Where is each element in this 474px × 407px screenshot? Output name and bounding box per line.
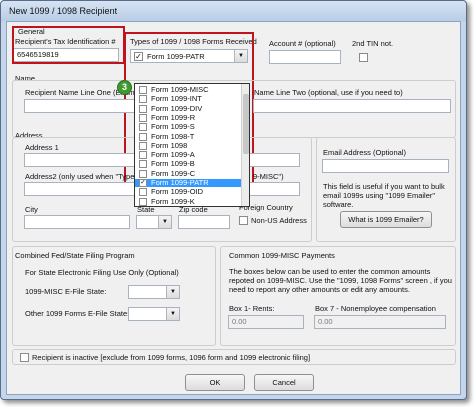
misc-payments-info: The boxes below can be used to enter the… [229, 267, 452, 294]
form-type-checkbox[interactable] [139, 104, 147, 113]
name-line-two-label: Name Line Two (optional, use if you need… [254, 88, 403, 97]
form-type-option[interactable]: Form 1099-A [135, 150, 243, 160]
form-type-option[interactable]: Form 1099-MISC [135, 86, 243, 94]
form-type-option[interactable]: Form 1099-K [135, 196, 243, 206]
scrollbar-thumb[interactable] [243, 94, 249, 154]
email-label: Email Address (Optional) [323, 148, 406, 157]
form-type-option[interactable]: Form 1099-INT [135, 94, 243, 104]
form-type-option[interactable]: Form 1099-B [135, 159, 243, 169]
form-type-label: Form 1098 [151, 140, 188, 150]
email-input[interactable] [322, 159, 449, 173]
emailer-info-button[interactable]: What is 1099 Emailer? [340, 211, 432, 228]
inactive-checkbox[interactable] [20, 353, 29, 362]
form-type-label: Form 1098-T [151, 131, 195, 141]
form-type-label: Form 1099-INT [151, 94, 202, 104]
form-type-checkbox[interactable] [139, 160, 147, 169]
form-type-checkbox[interactable] [139, 113, 147, 122]
form-type-label: Form 1099-MISC [151, 85, 209, 94]
city-label: City [25, 205, 38, 214]
form-type-checkbox[interactable]: ✓ [139, 179, 147, 187]
form-type-checkbox[interactable] [139, 123, 147, 132]
form-type-label: Form 1099-DIV [151, 103, 203, 113]
form-type-label: Form 1099-S [151, 122, 195, 132]
account-input[interactable] [269, 50, 341, 64]
form-type-option[interactable]: Form 1099-S [135, 122, 243, 132]
non-us-address-label: Non-US Address [251, 216, 307, 225]
non-us-address-checkbox[interactable] [239, 216, 248, 225]
misc-efile-state-select[interactable]: ▼ [128, 285, 180, 299]
form-type-checkbox[interactable] [139, 95, 147, 104]
email-info-text: This field is useful if you want to bulk… [323, 182, 445, 209]
zip-input[interactable] [178, 215, 230, 229]
form-type-checkbox[interactable] [139, 188, 147, 197]
annotation-box-tin [12, 26, 125, 64]
form-type-option[interactable]: Form 1099-C [135, 168, 243, 178]
other-efile-state-select[interactable]: ▼ [128, 307, 180, 321]
form-type-checkbox[interactable] [139, 86, 147, 94]
state-filing-title: Combined Fed/State Filing Program [15, 251, 135, 260]
form-type-checkbox[interactable] [139, 197, 147, 206]
box1-rents-input[interactable]: 0.00 [228, 315, 304, 329]
form-type-option[interactable]: ✓ Form 1099-PATR [135, 178, 243, 188]
name-line-two-input[interactable] [253, 99, 451, 113]
state-filing-subtitle: For State Electronic Filing Use Only (Op… [25, 268, 179, 277]
ok-button[interactable]: OK [185, 374, 245, 391]
form-type-label: Form 1099-B [151, 159, 195, 169]
form-type-option[interactable]: Form 1098-T [135, 131, 243, 141]
form-type-checkbox[interactable] [139, 151, 147, 160]
city-input[interactable] [24, 215, 130, 229]
dialog-window: New 1099 / 1098 Recipient General Recipi… [0, 0, 467, 400]
step-number-badge: 3 [117, 80, 132, 95]
form-type-label: Form 1099-K [151, 196, 195, 206]
other-efile-state-label: Other 1099 Forms E-File State: [25, 309, 130, 318]
misc-payments-title: Common 1099-MISC Payments [229, 251, 335, 260]
box1-label: Box 1- Rents: [229, 304, 275, 313]
form-type-checkbox[interactable] [139, 132, 147, 141]
misc-efile-state-label: 1099-MISC E-File State: [25, 287, 107, 296]
second-tin-checkbox[interactable] [359, 53, 368, 62]
account-label: Account # (optional) [269, 39, 336, 48]
second-tin-label: 2nd TIN not. [352, 39, 394, 48]
box7-nonemployee-input[interactable]: 0.00 [314, 315, 446, 329]
chevron-down-icon[interactable]: ▼ [166, 286, 179, 298]
form-type-label: Form 1099-A [151, 150, 195, 160]
form-type-checkbox[interactable] [139, 141, 147, 150]
dropdown-scrollbar[interactable] [241, 84, 249, 206]
chevron-down-icon[interactable]: ▼ [158, 216, 171, 228]
form-type-option[interactable]: Form 1099-DIV [135, 103, 243, 113]
state-select[interactable]: ▼ [136, 215, 172, 229]
form-type-label: Form 1099-C [151, 168, 196, 178]
form-type-option[interactable]: Form 1099-R [135, 112, 243, 122]
form-type-checkbox[interactable] [139, 169, 147, 178]
form-type-option[interactable]: Form 1099-OID [135, 187, 243, 197]
box7-label: Box 7 - Nonemployee compensation [315, 304, 436, 313]
address1-label: Address 1 [25, 143, 59, 152]
form-type-option[interactable]: Form 1098 [135, 140, 243, 150]
dialog-body: General Recipient's Tax Identification #… [6, 21, 461, 395]
cancel-button[interactable]: Cancel [254, 374, 314, 391]
form-type-label: Form 1099-R [151, 112, 196, 122]
form-type-label: Form 1099-OID [151, 187, 204, 197]
state-filing-group-box [12, 246, 216, 346]
misc-payments-group-box [220, 246, 456, 346]
address2-label: Address2 (only used when "Type [25, 172, 135, 181]
form-type-label: Form 1099-PATR [151, 178, 209, 187]
address2-label-tail: 9-MISC") [253, 172, 284, 181]
inactive-label: Recipient is inactive [exclude from 1099… [32, 353, 311, 362]
title-bar[interactable]: New 1099 / 1098 Recipient [1, 1, 466, 21]
form-types-dropdown-list[interactable]: Form 1099-MISC Form 1099-INT Form 1099-DIV… [134, 83, 250, 207]
window-title: New 1099 / 1098 Recipient [9, 6, 118, 16]
chevron-down-icon[interactable]: ▼ [166, 308, 179, 320]
